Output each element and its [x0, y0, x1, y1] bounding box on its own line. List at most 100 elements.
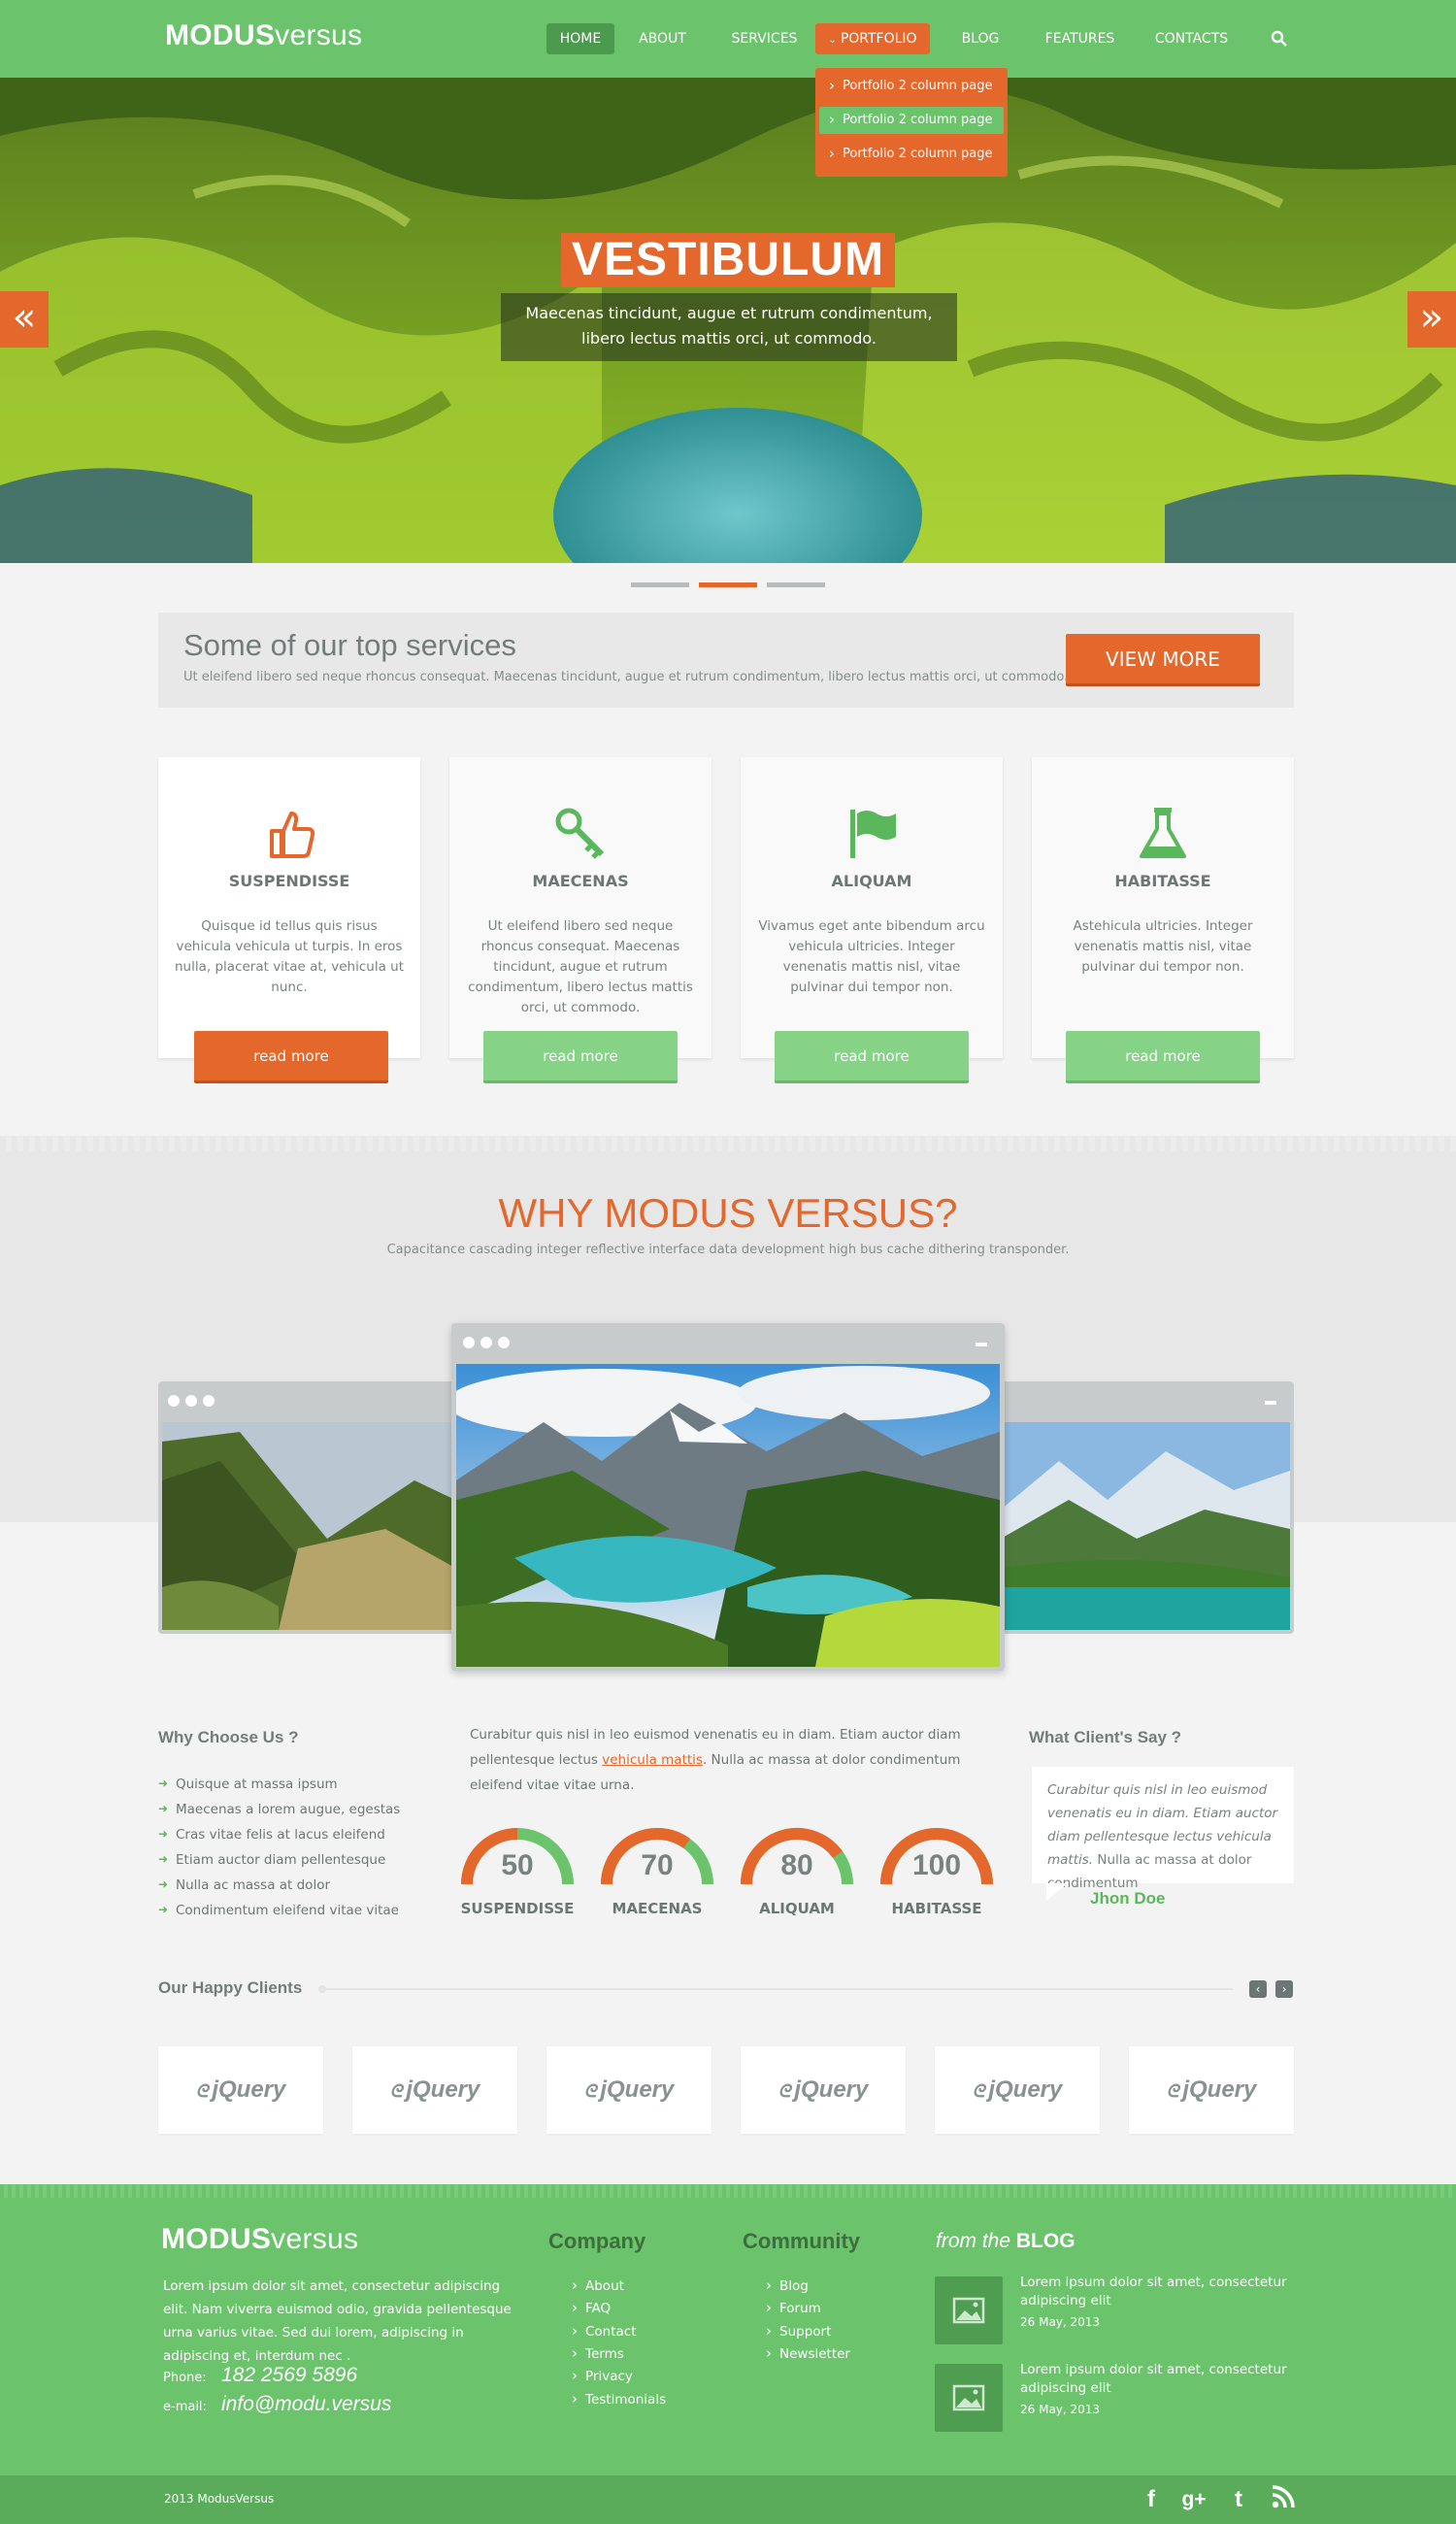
email-address[interactable]: info@modu.versus: [221, 2393, 391, 2416]
service-card-title: SUSPENDISSE: [228, 872, 350, 890]
service-card-text: Ut eleifend libero sed neque rhoncus con…: [468, 918, 693, 1015]
why-subtitle: Capacitance cascading integer reflective…: [386, 1243, 1070, 1257]
client-logo[interactable]: ᘓ jQuery: [546, 2046, 711, 2134]
footer-link-terms[interactable]: Terms: [572, 2344, 624, 2362]
post-title[interactable]: Lorem ipsum dolor sit amet, consectetur …: [1020, 2361, 1302, 2398]
client-logo-text: jQuery: [406, 2076, 480, 2103]
post-thumbnail[interactable]: [935, 2276, 1003, 2344]
screenshot-frame-left: [158, 1381, 459, 1634]
footer-logo[interactable]: MODUSversus: [161, 2223, 358, 2256]
post-thumbnail[interactable]: [935, 2364, 1003, 2432]
chevron-left-icon: ‹: [1255, 1982, 1261, 1996]
image-icon: [952, 2297, 985, 2324]
nav-portfolio[interactable]: ⌄ PORTFOLIO: [815, 23, 930, 54]
email-label: e-mail:: [163, 2400, 207, 2414]
mountain-valley-image: [162, 1422, 455, 1630]
service-card: HABITASSE Astehicula ultricies. Integer …: [1032, 757, 1294, 1058]
footer-edge: [0, 2184, 1456, 2198]
mountain-lake-image: [456, 1364, 1000, 1667]
list-item: Etiam auctor diam pellentesque: [158, 1852, 385, 1868]
slider-next-button[interactable]: »: [1407, 291, 1456, 348]
service-card-title: HABITASSE: [1114, 872, 1211, 890]
vehicula-mattis-link[interactable]: vehicula mattis: [602, 1752, 703, 1768]
list-item: Quisque at massa ipsum: [158, 1777, 338, 1792]
portfolio-dropdown: Portfolio 2 column page Portfolio 2 colu…: [815, 68, 1008, 177]
client-logo-text: jQuery: [988, 2076, 1063, 2103]
client-logo[interactable]: ᘓ jQuery: [935, 2046, 1100, 2134]
minimize-icon: [1265, 1401, 1276, 1405]
dropdown-item[interactable]: Portfolio 2 column page: [819, 106, 1004, 134]
service-card: ALIQUAM Vivamus eget ante bibendum arcu …: [741, 757, 1003, 1058]
read-more-button[interactable]: read more: [194, 1031, 388, 1083]
key-icon: [449, 804, 711, 862]
list-item: Nulla ac massa at dolor: [158, 1877, 330, 1893]
client-logo[interactable]: ᘓ jQuery: [352, 2046, 517, 2134]
twitter-icon[interactable]: t: [1223, 2484, 1254, 2515]
nav-features[interactable]: FEATURES: [1034, 23, 1126, 54]
nav-services[interactable]: SERVICES: [723, 23, 806, 54]
read-more-button[interactable]: read more: [483, 1031, 678, 1083]
thumbs-up-icon: [158, 804, 420, 862]
slider-dot-1[interactable]: [631, 582, 689, 587]
client-logo[interactable]: ᘓ jQuery: [741, 2046, 906, 2134]
footer-link-about[interactable]: About: [572, 2276, 624, 2294]
footer-link-faq[interactable]: FAQ: [572, 2299, 611, 2316]
site-header: MODUSversus HOME ABOUT SERVICES ⌄ PORTFOL…: [0, 0, 1456, 78]
footer-link-forum[interactable]: Forum: [766, 2299, 821, 2316]
testimonial-quote: Curabitur quis nisl in leo euismod venen…: [1032, 1767, 1294, 1891]
clients-prev-button[interactable]: ‹: [1249, 1980, 1267, 1998]
nav-portfolio-label: PORTFOLIO: [840, 31, 917, 47]
logo-light: versus: [275, 19, 363, 51]
post-title[interactable]: Lorem ipsum dolor sit amet, consectetur …: [1020, 2274, 1302, 2310]
flag-icon: [741, 804, 1003, 862]
service-card-text: Vivamus eget ante bibendum arcu vehicula…: [758, 918, 985, 995]
facebook-icon[interactable]: f: [1136, 2484, 1167, 2515]
nav-home[interactable]: HOME: [546, 23, 614, 54]
service-card-text: Quisque id tellus quis risus vehicula ve…: [175, 918, 404, 995]
window-dot: [463, 1337, 475, 1348]
slider-prev-button[interactable]: «: [0, 291, 49, 348]
footer-link-newsletter[interactable]: Newsletter: [766, 2344, 850, 2362]
post-date: 26 May, 2013: [1020, 2315, 1101, 2329]
quote-tail: [1046, 1883, 1068, 1901]
dropdown-item[interactable]: Portfolio 2 column page: [819, 140, 1004, 168]
list-item: Condimentum eleifend vitae vitae: [158, 1903, 399, 1918]
footer-link-contact[interactable]: Contact: [572, 2322, 637, 2340]
logo[interactable]: MODUSversus: [165, 19, 362, 52]
clients-next-button[interactable]: ›: [1275, 1980, 1293, 1998]
hero-caption-line-1: Maecenas tincidunt, augue et rutrum cond…: [525, 304, 933, 322]
jquery-logo-icon: ᘓ: [972, 2081, 985, 2101]
read-more-button[interactable]: read more: [775, 1031, 969, 1083]
gauge-value: 80: [780, 1849, 813, 1881]
client-logo[interactable]: ᘓ jQuery: [158, 2046, 323, 2134]
read-more-button[interactable]: read more: [1066, 1031, 1260, 1083]
clients-title: Our Happy Clients: [158, 1978, 303, 1997]
service-card-title: MAECENAS: [532, 872, 629, 890]
phone-number[interactable]: 182 2569 5896: [221, 2364, 357, 2387]
copyright: 2013 ModusVersus: [164, 2492, 275, 2506]
footer-link-support[interactable]: Support: [766, 2322, 831, 2340]
client-logo-text: jQuery: [1182, 2076, 1257, 2103]
view-more-button[interactable]: VIEW MORE: [1066, 634, 1260, 686]
search-icon[interactable]: [1268, 27, 1291, 50]
rss-icon[interactable]: [1268, 2484, 1299, 2515]
chevron-down-icon: ⌄: [828, 35, 837, 46]
nav-contacts[interactable]: CONTACTS: [1145, 23, 1238, 54]
nav-blog[interactable]: BLOG: [946, 23, 1014, 54]
footer-link-privacy[interactable]: Privacy: [572, 2367, 633, 2384]
client-logo-text: jQuery: [794, 2076, 869, 2103]
hero-caption: Maecenas tincidunt, augue et rutrum cond…: [501, 293, 957, 361]
footer-link-testimonials[interactable]: Testimonials: [572, 2390, 666, 2408]
chevron-right-icon: ›: [1281, 1982, 1287, 1996]
gauge-label: SUSPENDISSE: [460, 1900, 575, 1917]
slider-dot-3[interactable]: [767, 582, 825, 587]
slider-dot-2[interactable]: [699, 582, 757, 587]
dropdown-item[interactable]: Portfolio 2 column page: [819, 72, 1004, 100]
why-section-edge: [0, 1136, 1456, 1151]
footer-link-blog[interactable]: Blog: [766, 2276, 809, 2294]
google-plus-icon[interactable]: g+: [1178, 2484, 1209, 2515]
list-item: Maecenas a lorem augue, egestas: [158, 1802, 400, 1817]
nav-about[interactable]: ABOUT: [626, 23, 699, 54]
client-logo[interactable]: ᘓ jQuery: [1129, 2046, 1294, 2134]
logo-bold: MODUS: [161, 2223, 272, 2255]
